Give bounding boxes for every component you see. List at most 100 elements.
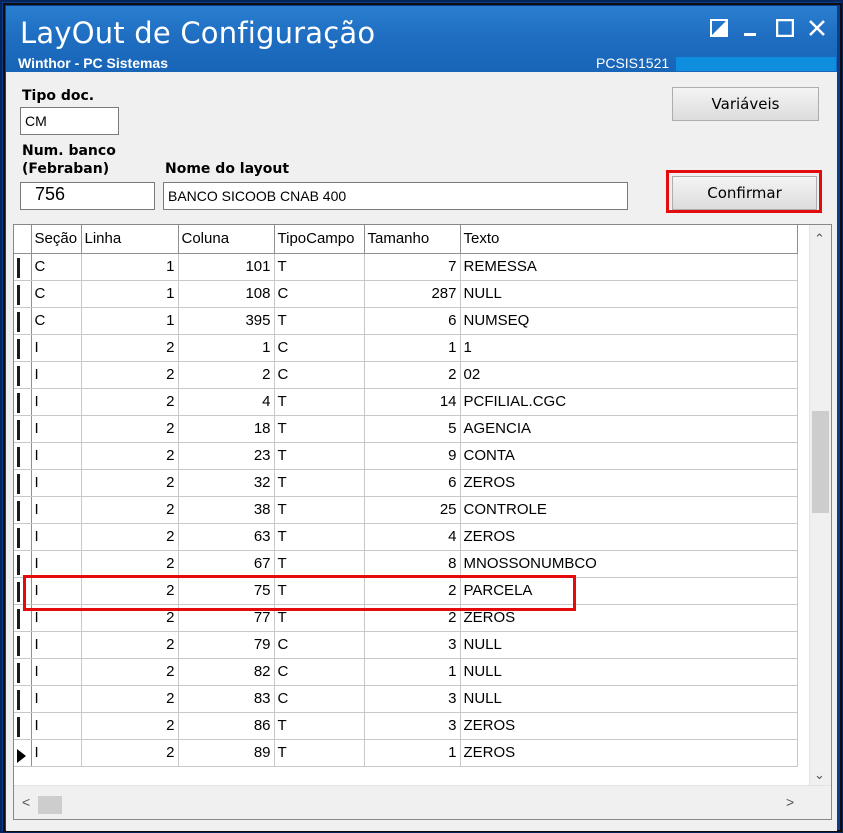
maximize-icon[interactable]	[772, 18, 798, 44]
table-row[interactable]: I 2 86 T 3 ZEROS	[14, 712, 798, 740]
cell-coluna[interactable]: 82	[178, 658, 275, 686]
row-indicator[interactable]	[14, 361, 32, 389]
column-header-texto[interactable]: Texto	[460, 225, 798, 254]
cell-coluna[interactable]: 86	[178, 712, 275, 740]
cell-tamanho[interactable]: 1	[364, 334, 461, 362]
title-bar[interactable]: LayOut de Configuração Winthor - PC Sist…	[6, 6, 837, 75]
minimize-icon[interactable]	[737, 18, 763, 44]
cell-texto[interactable]: NULL	[460, 658, 798, 686]
table-row[interactable]: I 2 4 T 14 PCFILIAL.CGC	[14, 388, 798, 416]
cell-coluna[interactable]: 101	[178, 253, 275, 281]
row-indicator[interactable]	[14, 523, 32, 551]
cell-coluna[interactable]: 83	[178, 685, 275, 713]
row-indicator[interactable]	[14, 334, 32, 362]
cell-texto[interactable]: ZEROS	[460, 523, 798, 551]
cell-tipocampo[interactable]: C	[274, 280, 365, 308]
table-row[interactable]: I 2 79 C 3 NULL	[14, 631, 798, 659]
cell-linha[interactable]: 2	[81, 658, 179, 686]
cell-linha[interactable]: 2	[81, 739, 179, 767]
cell-secao[interactable]: I	[31, 658, 82, 686]
cell-texto[interactable]: ZEROS	[460, 469, 798, 497]
row-indicator[interactable]	[14, 550, 32, 578]
cell-texto[interactable]: CONTROLE	[460, 496, 798, 524]
cell-coluna[interactable]: 23	[178, 442, 275, 470]
cell-tamanho[interactable]: 8	[364, 550, 461, 578]
cell-secao[interactable]: I	[31, 550, 82, 578]
cell-tamanho[interactable]: 6	[364, 469, 461, 497]
cell-secao[interactable]: I	[31, 469, 82, 497]
cell-texto[interactable]: PCFILIAL.CGC	[460, 388, 798, 416]
row-indicator[interactable]	[14, 631, 32, 659]
cell-tipocampo[interactable]: T	[274, 415, 365, 443]
cell-linha[interactable]: 2	[81, 442, 179, 470]
cell-tipocampo[interactable]: C	[274, 658, 365, 686]
scroll-right-icon[interactable]: >	[786, 794, 794, 810]
cell-secao[interactable]: I	[31, 739, 82, 767]
cell-texto[interactable]: 02	[460, 361, 798, 389]
scroll-left-icon[interactable]: <	[22, 794, 30, 810]
cell-tamanho[interactable]: 14	[364, 388, 461, 416]
cell-coluna[interactable]: 108	[178, 280, 275, 308]
cell-coluna[interactable]: 1	[178, 334, 275, 362]
vertical-scroll-thumb[interactable]	[812, 411, 829, 513]
cell-texto[interactable]: REMESSA	[460, 253, 798, 281]
cell-secao[interactable]: I	[31, 685, 82, 713]
cell-texto[interactable]: NUMSEQ	[460, 307, 798, 335]
table-row[interactable]: I 2 82 C 1 NULL	[14, 658, 798, 686]
column-header-coluna[interactable]: Coluna	[178, 225, 275, 254]
layout-grid[interactable]: Seção Linha Coluna TipoCampo Tamanho Tex…	[13, 224, 832, 820]
cell-linha[interactable]: 1	[81, 307, 179, 335]
table-row[interactable]: C 1 395 T 6 NUMSEQ	[14, 307, 798, 335]
cell-linha[interactable]: 2	[81, 685, 179, 713]
row-indicator[interactable]	[14, 307, 32, 335]
table-row[interactable]: C 1 108 C 287 NULL	[14, 280, 798, 308]
row-indicator[interactable]	[14, 469, 32, 497]
cell-texto[interactable]: CONTA	[460, 442, 798, 470]
cell-secao[interactable]: C	[31, 280, 82, 308]
cell-tamanho[interactable]: 7	[364, 253, 461, 281]
scroll-up-icon[interactable]: ⌃	[814, 231, 825, 247]
cell-coluna[interactable]: 89	[178, 739, 275, 767]
close-icon[interactable]	[804, 18, 830, 44]
table-row[interactable]: I21C11	[14, 334, 798, 362]
cell-tipocampo[interactable]: C	[274, 361, 365, 389]
nome-layout-field[interactable]: BANCO SICOOB CNAB 400	[163, 182, 628, 210]
cell-linha[interactable]: 1	[81, 253, 179, 281]
cell-linha[interactable]: 2	[81, 469, 179, 497]
cell-coluna[interactable]: 2	[178, 361, 275, 389]
cell-tamanho[interactable]: 1	[364, 739, 461, 767]
cell-tipocampo[interactable]: C	[274, 631, 365, 659]
row-indicator[interactable]	[14, 658, 32, 686]
cell-coluna[interactable]: 18	[178, 415, 275, 443]
cell-linha[interactable]: 2	[81, 496, 179, 524]
cell-secao[interactable]: I	[31, 631, 82, 659]
cell-linha[interactable]: 2	[81, 631, 179, 659]
cell-coluna[interactable]: 63	[178, 523, 275, 551]
table-row[interactable]: C 1 101 T 7 REMESSA	[14, 253, 798, 281]
cell-tamanho[interactable]: 9	[364, 442, 461, 470]
cell-tipocampo[interactable]: C	[274, 334, 365, 362]
column-header-secao[interactable]: Seção	[31, 225, 82, 254]
cell-tamanho[interactable]: 25	[364, 496, 461, 524]
table-row[interactable]: I 2 83 C 3 NULL	[14, 685, 798, 713]
column-header-tamanho[interactable]: Tamanho	[364, 225, 461, 254]
row-indicator[interactable]	[14, 388, 32, 416]
cell-tamanho[interactable]: 3	[364, 631, 461, 659]
cell-texto[interactable]: MNOSSONUMBCO	[460, 550, 798, 578]
cell-secao[interactable]: I	[31, 496, 82, 524]
cell-tipocampo[interactable]: T	[274, 442, 365, 470]
cell-linha[interactable]: 2	[81, 550, 179, 578]
cell-linha[interactable]: 2	[81, 388, 179, 416]
cell-linha[interactable]: 2	[81, 361, 179, 389]
horizontal-scrollbar[interactable]: < >	[14, 785, 831, 819]
cell-linha[interactable]: 2	[81, 523, 179, 551]
cell-tipocampo[interactable]: T	[274, 307, 365, 335]
cell-coluna[interactable]: 79	[178, 631, 275, 659]
cell-secao[interactable]: I	[31, 415, 82, 443]
cell-secao[interactable]: I	[31, 361, 82, 389]
table-row[interactable]: I 2 18 T 5 AGENCIA	[14, 415, 798, 443]
restore-icon[interactable]	[706, 18, 732, 44]
cell-tipocampo[interactable]: C	[274, 685, 365, 713]
cell-tamanho[interactable]: 1	[364, 658, 461, 686]
scroll-down-icon[interactable]: ⌄	[814, 767, 825, 783]
